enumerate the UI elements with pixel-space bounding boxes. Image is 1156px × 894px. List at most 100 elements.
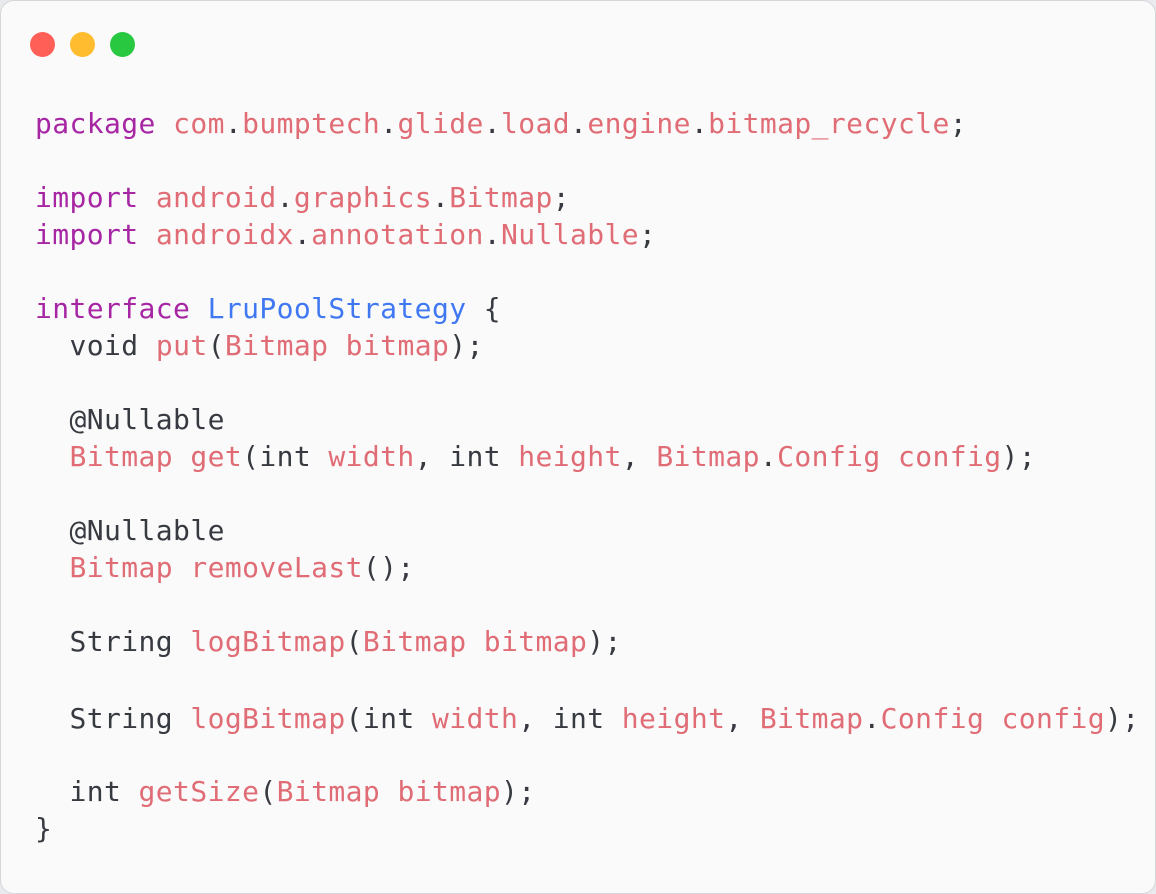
code-token-plain: , (621, 440, 657, 473)
code-token-keyword: import (35, 181, 139, 214)
code-token-plain: , (725, 702, 760, 735)
code-token-identifier: bitmap (345, 329, 450, 362)
code-token-identifier: Bitmap (69, 440, 174, 473)
code-window: package com.bumptech.glide.load.engine.b… (0, 0, 1156, 894)
code-line: @Nullable (35, 401, 1140, 438)
code-token-identifier: Config (880, 702, 985, 735)
code-token-identifier: Bitmap (69, 551, 174, 584)
code-line: @Nullable (35, 512, 1140, 549)
code-token-plain: ); (449, 329, 484, 362)
code-token-identifier: com (173, 107, 225, 140)
code-token-identifier: bitmap (483, 625, 588, 658)
code-token-plain: ( (345, 625, 363, 658)
code-token-identifier: Bitmap (224, 329, 329, 362)
code-line: import androidx.annotation.Nullable; (35, 216, 1140, 253)
code-token-identifier: height (518, 440, 622, 473)
code-token-plain: . (276, 181, 294, 214)
code-token-identifier: Bitmap (656, 440, 760, 473)
code-token-identifier: width (431, 702, 519, 735)
code-token-identifier: bitmap_recycle (708, 107, 950, 140)
code-token-identifier: Config (777, 440, 881, 473)
code-token-identifier: logBitmap (190, 702, 346, 735)
code-line: String logBitmap(Bitmap bitmap); (35, 623, 1140, 660)
maximize-window-button[interactable] (110, 32, 135, 57)
code-token-identifier: graphics (293, 181, 432, 214)
code-token-identifier: logBitmap (190, 625, 346, 658)
code-token-plain: (int (242, 440, 329, 473)
code-token-plain: { (466, 292, 501, 325)
code-line: void put(Bitmap bitmap); (35, 327, 1140, 364)
close-window-button[interactable] (30, 32, 55, 57)
code-token-plain: void (35, 329, 156, 362)
code-token-identifier: Bitmap (759, 702, 864, 735)
code-token-identifier: getSize (138, 775, 260, 808)
code-token-plain: (); (362, 551, 415, 584)
code-token-plain: } (35, 812, 53, 845)
code-token-plain: ; (552, 181, 571, 214)
code-token-keyword: import (35, 218, 139, 251)
code-token-identifier: Bitmap (449, 181, 553, 214)
code-token-plain: ( (207, 329, 225, 362)
code-line: interface LruPoolStrategy { (35, 290, 1140, 327)
code-line: package com.bumptech.glide.load.engine.b… (35, 105, 1140, 142)
code-token-plain: . (431, 181, 450, 214)
code-block: package com.bumptech.glide.load.engine.b… (35, 105, 1140, 847)
code-token-type_name: LruPoolStrategy (207, 292, 467, 325)
code-token-plain: , int (414, 440, 519, 473)
code-token-plain: . (863, 702, 881, 735)
code-token-plain: @Nullable (35, 514, 225, 547)
code-token-plain: , int (518, 702, 622, 735)
code-line: Bitmap get(int width, int height, Bitmap… (35, 438, 1140, 475)
code-token-plain: . (293, 218, 312, 251)
code-line: import android.graphics.Bitmap; (35, 179, 1140, 216)
code-token-identifier: annotation (311, 218, 484, 251)
code-token-identifier: width (328, 440, 415, 473)
code-token-plain: ; (949, 107, 967, 140)
code-token-identifier: bumptech (242, 107, 381, 140)
code-token-identifier: height (621, 702, 726, 735)
title-bar (1, 1, 1155, 85)
code-token-identifier: Bitmap (276, 775, 381, 808)
code-token-keyword: package (35, 107, 156, 140)
code-token-plain: ); (1001, 440, 1036, 473)
code-token-plain: . (759, 440, 778, 473)
code-token-plain: ; (639, 218, 657, 251)
code-token-identifier: config (1001, 702, 1106, 735)
code-token-plain: int (35, 775, 139, 808)
code-token-plain: . (570, 107, 588, 140)
code-token-plain: . (483, 107, 502, 140)
code-line: int getSize(Bitmap bitmap); (35, 773, 1140, 810)
code-token-plain: ); (500, 775, 536, 808)
code-token-identifier: android (155, 181, 277, 214)
code-token-keyword: interface (35, 292, 191, 325)
code-token-plain: ); (587, 625, 622, 658)
code-line: Bitmap removeLast(); (35, 549, 1140, 586)
code-token-identifier: Bitmap (362, 625, 467, 658)
code-token-plain: String (35, 625, 191, 658)
code-token-plain: (int (345, 702, 432, 735)
code-token-identifier: config (897, 440, 1002, 473)
code-token-identifier: androidx (155, 218, 294, 251)
code-line: String logBitmap(int width, int height, … (35, 700, 1140, 737)
minimize-window-button[interactable] (70, 32, 95, 57)
code-line: } (35, 810, 1140, 847)
code-token-plain: . (483, 218, 501, 251)
code-token-plain: ); (1105, 702, 1140, 735)
code-token-plain: String (35, 702, 191, 735)
